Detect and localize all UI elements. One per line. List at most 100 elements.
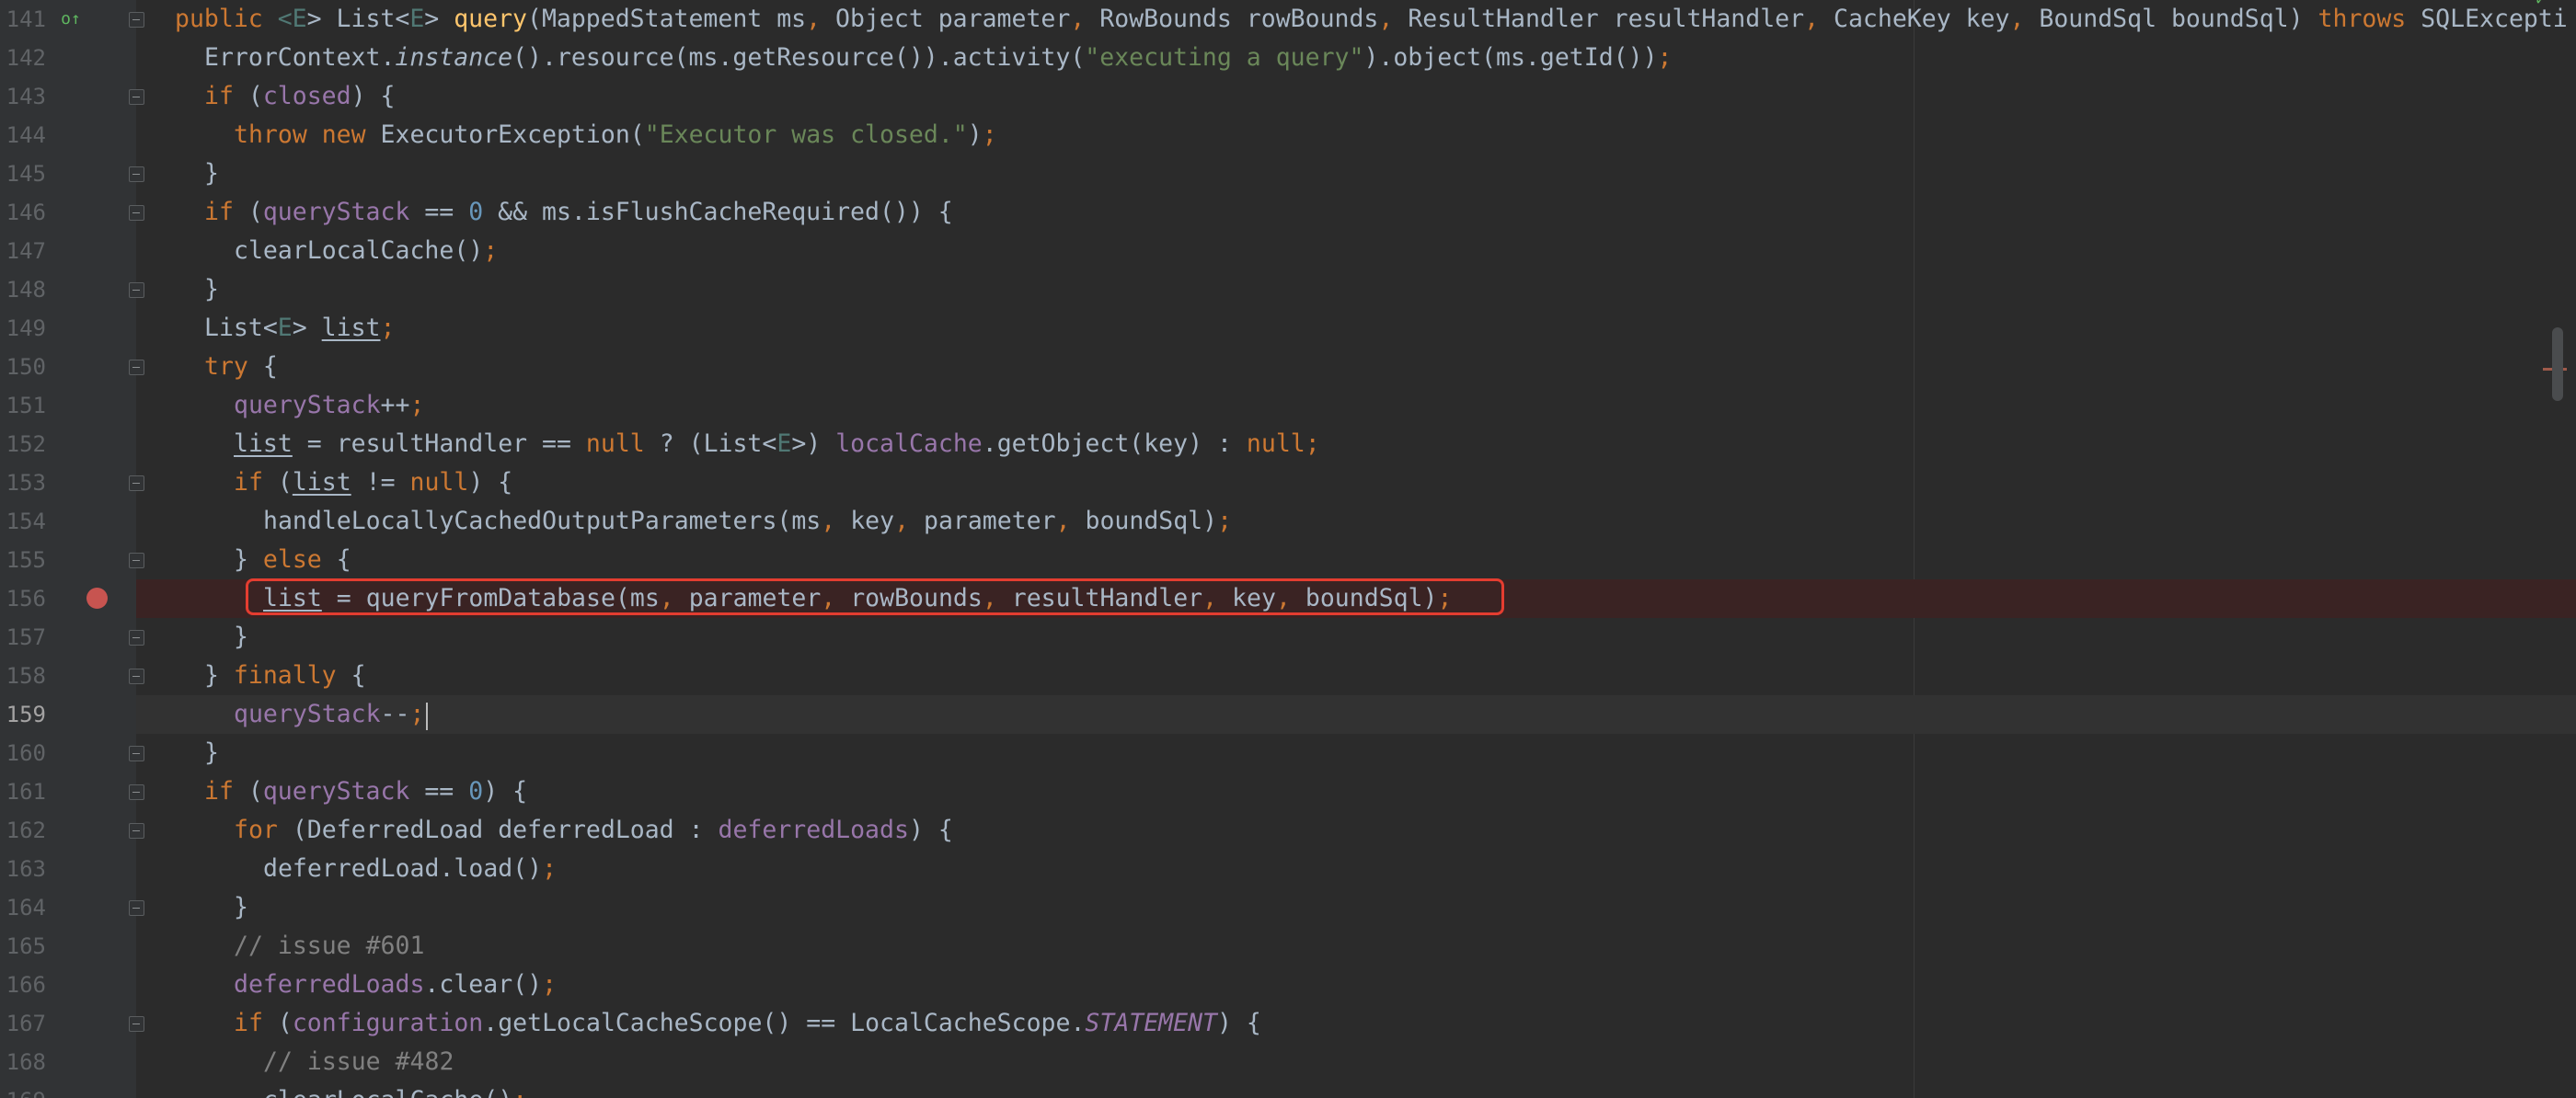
line-number[interactable]: 166 — [0, 966, 46, 1004]
code-line-166[interactable]: 166 deferredLoads.clear(); — [0, 966, 2576, 1004]
code-line-158[interactable]: 158 } finally { — [0, 657, 2576, 695]
code-text[interactable]: List<E> list; — [204, 309, 395, 348]
line-number[interactable]: 155 — [0, 541, 46, 579]
code-line-151[interactable]: 151 queryStack++; — [0, 386, 2576, 425]
line-number[interactable]: 146 — [0, 193, 46, 232]
line-number[interactable]: 145 — [0, 154, 46, 193]
line-number[interactable]: 153 — [0, 463, 46, 502]
line-number[interactable]: 163 — [0, 850, 46, 888]
line-number[interactable]: 169 — [0, 1081, 46, 1098]
line-number[interactable]: 164 — [0, 888, 46, 927]
code-line-146[interactable]: 146 if (queryStack == 0 && ms.isFlushCach… — [0, 193, 2576, 232]
code-line-161[interactable]: 161 if (queryStack == 0) { — [0, 772, 2576, 811]
line-number[interactable]: 148 — [0, 270, 46, 309]
code-text[interactable]: ErrorContext.instance().resource(ms.getR… — [204, 39, 1673, 77]
code-line-149[interactable]: 149 List<E> list; — [0, 309, 2576, 348]
line-number[interactable]: 144 — [0, 116, 46, 154]
line-number[interactable]: 160 — [0, 734, 46, 772]
line-number[interactable]: 165 — [0, 927, 46, 966]
fold-toggle-icon[interactable] — [129, 89, 144, 105]
line-number[interactable]: 151 — [0, 386, 46, 425]
code-line-152[interactable]: 152 list = resultHandler == null ? (List<… — [0, 425, 2576, 463]
code-line-164[interactable]: 164} — [0, 888, 2576, 927]
code-line-147[interactable]: 147 clearLocalCache(); — [0, 232, 2576, 270]
line-number[interactable]: 168 — [0, 1043, 46, 1081]
code-line-145[interactable]: 145} — [0, 154, 2576, 193]
code-text[interactable]: try { — [204, 348, 278, 386]
code-text[interactable]: queryStack++; — [234, 386, 424, 425]
code-line-163[interactable]: 163 deferredLoad.load(); — [0, 850, 2576, 888]
line-number[interactable]: 167 — [0, 1004, 46, 1043]
code-line-157[interactable]: 157} — [0, 618, 2576, 657]
fold-toggle-icon[interactable] — [129, 784, 144, 800]
inspection-ok-check-icon[interactable]: ✓ — [2536, 0, 2556, 8]
code-line-162[interactable]: 162 for (DeferredLoad deferredLoad : defe… — [0, 811, 2576, 850]
code-text[interactable]: for (DeferredLoad deferredLoad : deferre… — [234, 811, 953, 850]
code-line-148[interactable]: 148} — [0, 270, 2576, 309]
fold-toggle-icon[interactable] — [129, 669, 144, 684]
line-number[interactable]: 161 — [0, 772, 46, 811]
line-number[interactable]: 150 — [0, 348, 46, 386]
code-line-168[interactable]: 168 // issue #482 — [0, 1043, 2576, 1081]
code-line-160[interactable]: 160} — [0, 734, 2576, 772]
fold-toggle-icon[interactable] — [129, 900, 144, 916]
code-text[interactable]: if (queryStack == 0) { — [204, 772, 527, 811]
code-line-169[interactable]: 169 clearLocalCache(); — [0, 1081, 2576, 1098]
fold-toggle-icon[interactable] — [129, 553, 144, 568]
code-line-155[interactable]: 155 } else { — [0, 541, 2576, 579]
code-line-165[interactable]: 165 // issue #601 — [0, 927, 2576, 966]
fold-toggle-icon[interactable] — [129, 746, 144, 761]
code-text[interactable]: } — [234, 618, 248, 657]
code-editor[interactable]: 141 o↑ public <E> List<E> query(MappedStat… — [0, 0, 2576, 1098]
code-text[interactable]: } — [204, 154, 219, 193]
code-text[interactable]: queryStack--; — [234, 695, 424, 734]
code-text[interactable]: handleLocallyCachedOutputParameters(ms, … — [263, 502, 1232, 541]
fold-toggle-icon[interactable] — [129, 360, 144, 375]
code-text[interactable]: public <E> List<E> query(MappedStatement… — [175, 0, 2568, 39]
line-number[interactable]: 158 — [0, 657, 46, 695]
fold-toggle-icon[interactable] — [129, 1016, 144, 1032]
line-number[interactable]: 156 — [0, 579, 46, 618]
line-number[interactable]: 162 — [0, 811, 46, 850]
code-text[interactable]: } finally { — [204, 657, 366, 695]
line-number[interactable]: 152 — [0, 425, 46, 463]
fold-toggle-icon[interactable] — [129, 205, 144, 221]
code-text[interactable]: } — [204, 270, 219, 309]
code-line-159[interactable]: 159 queryStack--; — [0, 695, 2576, 734]
line-number[interactable]: 141 — [0, 0, 46, 39]
line-number[interactable]: 154 — [0, 502, 46, 541]
code-text[interactable]: if (configuration.getLocalCacheScope() =… — [234, 1004, 1261, 1043]
code-line-150[interactable]: 150 try { — [0, 348, 2576, 386]
line-number[interactable]: 159 — [0, 695, 46, 734]
code-line-154[interactable]: 154 handleLocallyCachedOutputParameters(m… — [0, 502, 2576, 541]
code-text[interactable]: } — [234, 888, 248, 927]
code-text[interactable]: list = resultHandler == null ? (List<E>)… — [234, 425, 1320, 463]
code-line-153[interactable]: 153 if (list != null) { — [0, 463, 2576, 502]
code-line-143[interactable]: 143 if (closed) { — [0, 77, 2576, 116]
fold-toggle-icon[interactable] — [129, 282, 144, 298]
code-text[interactable]: if (queryStack == 0 && ms.isFlushCacheRe… — [204, 193, 953, 232]
code-text[interactable]: clearLocalCache(); — [263, 1081, 527, 1098]
fold-toggle-icon[interactable] — [129, 630, 144, 646]
code-text[interactable]: throw new ExecutorException("Executor wa… — [234, 116, 997, 154]
code-line-144[interactable]: 144 throw new ExecutorException("Executor… — [0, 116, 2576, 154]
code-text[interactable]: deferredLoads.clear(); — [234, 966, 557, 1004]
code-line-142[interactable]: 142 ErrorContext.instance().resource(ms.g… — [0, 39, 2576, 77]
breakpoint-icon[interactable] — [86, 588, 108, 609]
code-text[interactable]: // issue #601 — [234, 927, 424, 966]
code-text[interactable]: clearLocalCache(); — [234, 232, 498, 270]
line-number[interactable]: 142 — [0, 39, 46, 77]
code-text[interactable]: if (list != null) { — [234, 463, 512, 502]
code-text[interactable]: if (closed) { — [204, 77, 395, 116]
code-text[interactable]: deferredLoad.load(); — [263, 850, 557, 888]
vertical-scrollbar-thumb[interactable] — [2552, 327, 2563, 401]
code-text[interactable]: // issue #482 — [263, 1043, 454, 1081]
fold-toggle-icon[interactable] — [129, 166, 144, 182]
code-text[interactable]: } else { — [234, 541, 351, 579]
fold-toggle-icon[interactable] — [129, 823, 144, 839]
fold-toggle-icon[interactable] — [129, 12, 144, 28]
code-line-141[interactable]: 141 o↑ public <E> List<E> query(MappedStat… — [0, 0, 2576, 39]
code-line-167[interactable]: 167 if (configuration.getLocalCacheScope(… — [0, 1004, 2576, 1043]
line-number[interactable]: 143 — [0, 77, 46, 116]
fold-toggle-icon[interactable] — [129, 475, 144, 491]
